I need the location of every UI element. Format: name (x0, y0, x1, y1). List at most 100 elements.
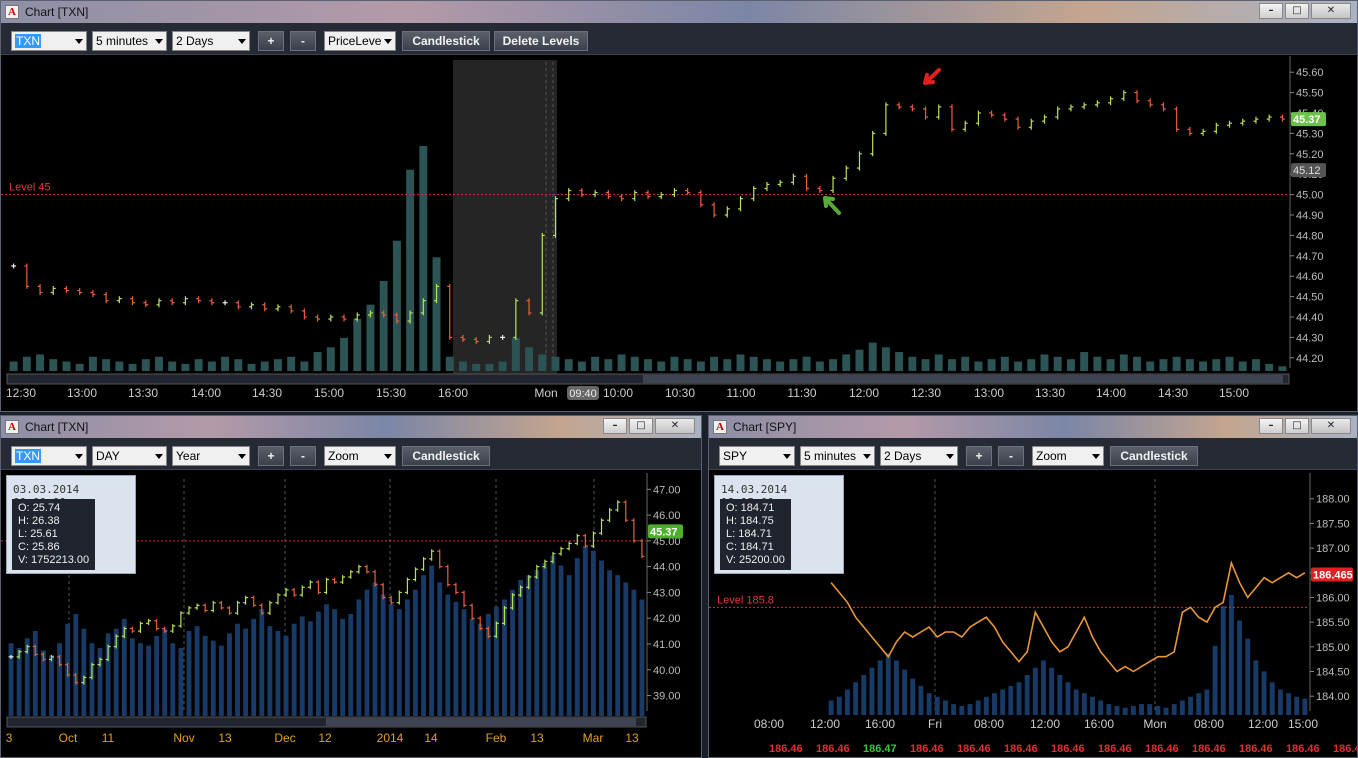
close-button[interactable]: ✕ (1311, 3, 1351, 19)
range-select[interactable]: Year (172, 446, 250, 466)
zoom-out-button[interactable]: - (290, 446, 316, 466)
maximize-button[interactable]: □ (1285, 418, 1309, 434)
range-select[interactable]: 2 Days (880, 446, 958, 466)
volume-bar (1204, 689, 1210, 715)
volume-bar (789, 359, 798, 371)
x-tick-label: Fri (928, 717, 942, 731)
ticker-price: 186.46 (816, 743, 850, 755)
minimize-button[interactable]: – (603, 418, 627, 434)
volume-bar (967, 704, 973, 715)
volume-bar (921, 359, 930, 371)
y-tick-label: 43.00 (653, 587, 681, 599)
interval-select[interactable]: 5 minutes (800, 446, 875, 466)
bl-price-chart[interactable]: 47.00 46.00 45.00 44.00 43.00 42.00 41.00 40.00… (1, 471, 701, 757)
volume-bar (227, 633, 232, 716)
volume-bar (1171, 704, 1177, 715)
interval-select[interactable]: DAY (92, 446, 167, 466)
symbol-select[interactable]: TXN (11, 446, 87, 466)
volume-bar (9, 361, 18, 371)
volume-bar (396, 609, 402, 716)
range-select[interactable]: 2 Days (172, 31, 250, 51)
mode-select[interactable]: Zoom (1032, 446, 1104, 466)
volume-bar (1179, 700, 1185, 715)
x-tick-label: 11:30 (787, 386, 816, 400)
volume-bar (202, 635, 208, 716)
volume-bar (518, 580, 524, 716)
y-tick-label: 185.50 (1316, 617, 1350, 629)
y-tick-label: 187.50 (1316, 518, 1350, 530)
volume-bar (1269, 682, 1275, 715)
volume-bar (1277, 689, 1283, 715)
volume-bar (356, 599, 362, 716)
volume-bar (313, 352, 322, 371)
volume-bar (315, 611, 321, 716)
x-tick-label: 13 (530, 731, 544, 745)
volume-bar (445, 594, 451, 716)
volume-bar (445, 356, 454, 371)
volume-bar (89, 643, 95, 716)
volume-bar (115, 361, 124, 371)
x-tick-label: 14 (424, 731, 438, 745)
zoom-in-button[interactable]: + (258, 446, 284, 466)
y-tick-label: 185.00 (1316, 642, 1350, 654)
y-tick-label: 44.20 (1296, 353, 1324, 365)
volume-bar (1196, 693, 1202, 715)
volume-bar (1172, 356, 1181, 371)
br-toolbar: SPY 5 minutes 2 Days + - Zoom Candlestic… (709, 438, 1357, 470)
x-tick-label: 15:00 (1288, 717, 1318, 731)
volume-bar (948, 359, 956, 371)
maximize-button[interactable]: □ (629, 418, 653, 434)
volume-bar (1220, 605, 1226, 715)
symbol-select[interactable]: TXN (11, 31, 87, 51)
interval-select[interactable]: 5 minutes (92, 31, 167, 51)
volume-bar (283, 635, 289, 716)
candlestick-button[interactable]: Candlestick (402, 446, 490, 466)
x-tick-label: Nov (173, 731, 194, 745)
volume-bar (62, 361, 71, 371)
tooltip-high: H: 184.75 (726, 515, 774, 527)
volume-bar (1278, 366, 1287, 371)
delete-levels-button[interactable]: Delete Levels (494, 31, 588, 51)
ticker-price: 186.46 (1192, 743, 1226, 755)
main-titlebar[interactable]: A Chart [TXN] – □ ✕ (1, 1, 1357, 23)
candlestick-button[interactable]: Candlestick (1110, 446, 1198, 466)
volume-bar (558, 565, 564, 716)
volume-bar (404, 599, 410, 716)
volume-bar (353, 318, 362, 371)
volume-bar (287, 356, 296, 371)
zoom-out-button[interactable]: - (290, 31, 316, 51)
volume-bar (951, 704, 957, 715)
br-price-chart[interactable]: Level 185.8188.00187.50187.00186.50186.0… (709, 471, 1357, 738)
volume-bar (551, 356, 560, 371)
mode-select[interactable]: Zoom (324, 446, 396, 466)
minimize-button[interactable]: – (1259, 3, 1283, 19)
zoom-out-button[interactable]: - (998, 446, 1024, 466)
br-titlebar[interactable]: A Chart [SPY] – □ ✕ (709, 416, 1357, 438)
maximize-button[interactable]: □ (1285, 3, 1309, 19)
zoom-in-button[interactable]: + (258, 31, 284, 51)
x-tick-label: 10:00 (603, 386, 633, 400)
bl-titlebar[interactable]: A Chart [TXN] – □ ✕ (1, 416, 701, 438)
symbol-select[interactable]: SPY (719, 446, 795, 466)
volume-bar (81, 628, 87, 716)
volume-bar (639, 599, 645, 716)
minimize-button[interactable]: – (1259, 418, 1283, 434)
volume-bar (406, 169, 415, 371)
zoom-in-button[interactable]: + (966, 446, 992, 466)
volume-bar (324, 604, 329, 716)
volume-bar (749, 356, 758, 371)
close-button[interactable]: ✕ (1311, 418, 1351, 434)
main-price-chart[interactable]: Level 4545.6045.5045.4045.3045.2045.1045… (1, 56, 1357, 411)
y-tick-label: 42.00 (653, 613, 681, 625)
volume-bar (1245, 638, 1251, 715)
close-button[interactable]: ✕ (655, 418, 695, 434)
volume-bar (181, 363, 190, 371)
volume-bar (959, 705, 965, 715)
volume-bar (1225, 356, 1234, 371)
volume-bar (815, 361, 824, 371)
candlestick-button[interactable]: Candlestick (402, 31, 490, 51)
volume-bar (855, 349, 864, 371)
mode-select[interactable]: PriceLeve (324, 31, 396, 51)
volume-bar (372, 582, 378, 716)
volume-bar (607, 570, 613, 716)
